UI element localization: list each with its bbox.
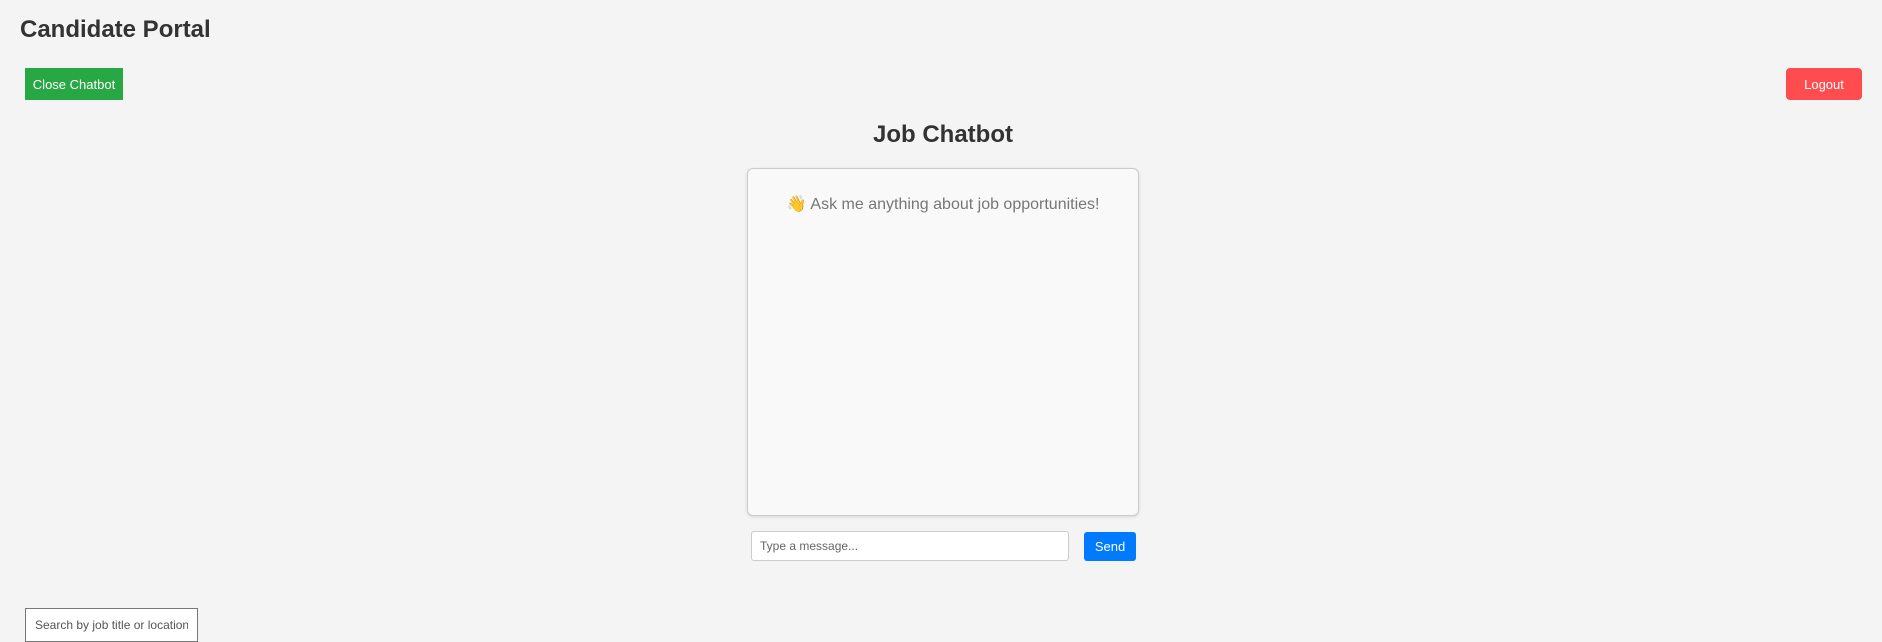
chat-window[interactable]: 👋 Ask me anything about job opportunities…: [747, 168, 1139, 516]
chatbot-title: Job Chatbot: [873, 121, 1013, 148]
message-input[interactable]: [751, 531, 1069, 561]
waving-hand-icon: 👋: [786, 196, 807, 213]
logout-button[interactable]: Logout: [1786, 68, 1862, 100]
welcome-text: Ask me anything about job opportunities!: [810, 196, 1100, 213]
close-chatbot-button[interactable]: Close Chatbot: [25, 68, 123, 100]
page-title: Candidate Portal: [20, 16, 211, 43]
welcome-message: 👋 Ask me anything about job opportunities…: [748, 195, 1138, 215]
send-button[interactable]: Send: [1084, 532, 1136, 561]
job-search-input[interactable]: [25, 608, 198, 642]
